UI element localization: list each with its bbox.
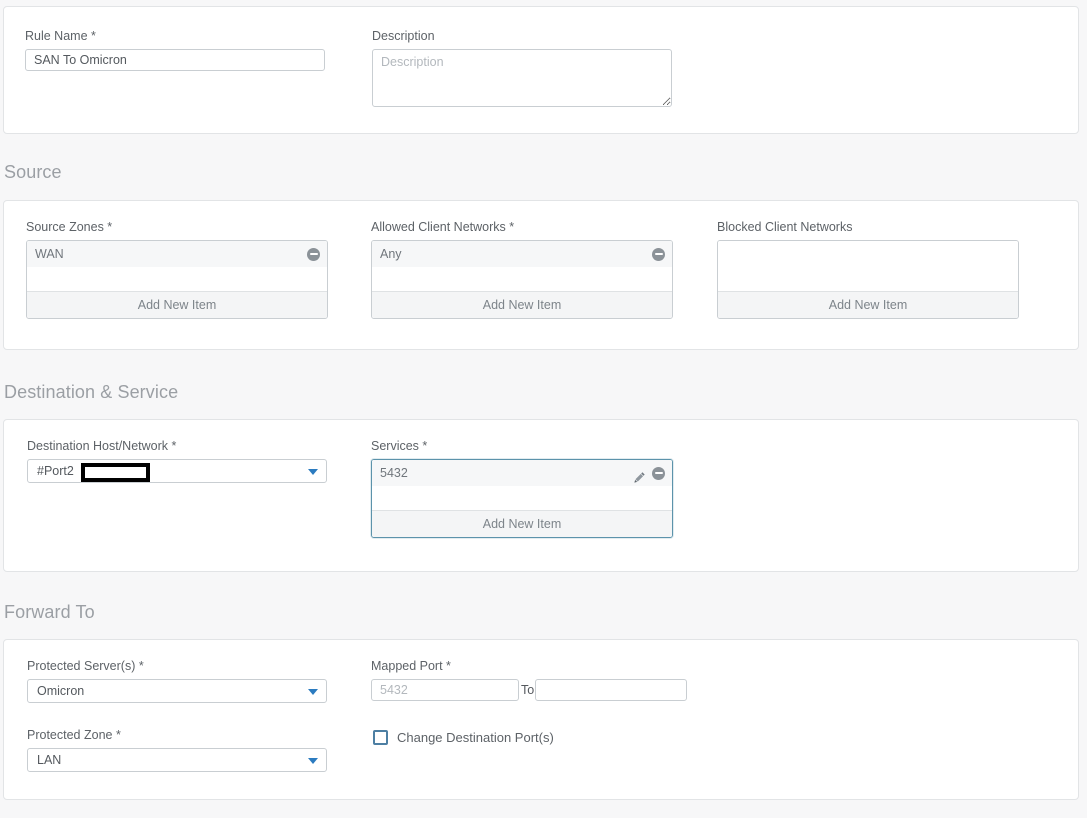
description-field: Description — [372, 29, 672, 110]
source-zones-field: Source Zones * WAN Add New Item — [26, 220, 328, 319]
change-destination-ports-label: Change Destination Port(s) — [397, 730, 554, 745]
allowed-client-networks-label: Allowed Client Networks * — [371, 220, 515, 234]
chevron-down-icon — [308, 758, 318, 764]
description-textarea[interactable] — [372, 49, 672, 107]
destination-host-label: Destination Host/Network * — [27, 439, 177, 453]
mapped-port-field: Mapped Port * To — [371, 659, 688, 701]
protected-zone-value: LAN — [37, 753, 62, 767]
protected-servers-field: Protected Server(s) * Omicron — [27, 659, 327, 703]
protected-servers-select[interactable]: Omicron — [27, 679, 327, 703]
rule-name-label: Rule Name * — [25, 29, 96, 43]
edit-icon[interactable] — [633, 467, 646, 483]
blocked-client-networks-label: Blocked Client Networks — [717, 220, 853, 234]
general-card: Rule Name * Description — [3, 6, 1079, 134]
mapped-port-from-input[interactable] — [371, 679, 519, 701]
protected-zone-select[interactable]: LAN — [27, 748, 327, 772]
source-zones-list-body: WAN — [27, 241, 327, 291]
description-label: Description — [372, 29, 435, 43]
source-section-heading: Source — [4, 162, 62, 182]
list-item-actions — [633, 460, 665, 486]
list-item-actions — [307, 241, 320, 267]
list-item-actions — [652, 241, 665, 267]
list-item-label: WAN — [35, 247, 64, 261]
mapped-port-separator-label: To — [521, 683, 535, 697]
blocked-client-networks-list[interactable]: Add New Item — [717, 240, 1019, 319]
allowed-client-networks-list[interactable]: Any Add New Item — [371, 240, 673, 319]
list-item-label: Any — [380, 247, 402, 261]
add-new-item-button[interactable]: Add New Item — [27, 291, 327, 318]
rule-name-field: Rule Name * — [25, 29, 325, 71]
chevron-down-icon — [308, 689, 318, 695]
protected-zone-field: Protected Zone * LAN — [27, 728, 327, 772]
rule-name-input[interactable] — [25, 49, 325, 71]
source-zones-label: Source Zones * — [26, 220, 113, 234]
remove-icon[interactable] — [652, 466, 665, 480]
mapped-port-label: Mapped Port * — [371, 659, 451, 673]
add-new-item-button[interactable]: Add New Item — [718, 291, 1018, 318]
destination-section-heading: Destination & Service — [4, 382, 179, 402]
add-new-item-button[interactable]: Add New Item — [372, 291, 672, 318]
destination-host-select[interactable]: #Port2 — [27, 459, 327, 483]
forward-to-card: Protected Server(s) * Omicron Protected … — [3, 639, 1079, 800]
services-field: Services * 5432 Add New Item — [371, 439, 673, 538]
allowed-client-networks-list-body: Any — [372, 241, 672, 291]
list-item-label: 5432 — [380, 466, 408, 480]
list-item[interactable]: 5432 — [372, 460, 672, 486]
nat-rule-form-page: Rule Name * Description Source Source Zo… — [0, 0, 1087, 818]
destination-host-field: Destination Host/Network * #Port2 — [27, 439, 327, 483]
destination-host-value: #Port2 — [37, 464, 74, 478]
list-item[interactable]: Any — [372, 241, 672, 267]
destination-card: Destination Host/Network * #Port2 Servic… — [3, 419, 1079, 572]
chevron-down-icon — [308, 469, 318, 475]
allowed-client-networks-field: Allowed Client Networks * Any Add New It… — [371, 220, 673, 319]
source-zones-list[interactable]: WAN Add New Item — [26, 240, 328, 319]
protected-servers-label: Protected Server(s) * — [27, 659, 144, 673]
source-card: Source Zones * WAN Add New Item Allowed … — [3, 200, 1079, 350]
services-list[interactable]: 5432 Add New Item — [371, 459, 673, 538]
mapped-port-row: To — [371, 679, 688, 701]
blocked-client-networks-list-body — [718, 241, 1018, 291]
add-new-item-button[interactable]: Add New Item — [372, 510, 672, 537]
list-item[interactable]: WAN — [27, 241, 327, 267]
change-destination-ports-checkbox[interactable] — [373, 730, 388, 745]
remove-icon[interactable] — [652, 247, 665, 261]
mapped-port-to-input[interactable] — [535, 679, 688, 701]
forward-to-section-heading: Forward To — [4, 602, 95, 622]
change-destination-ports-row[interactable]: Change Destination Port(s) — [373, 730, 554, 745]
remove-icon[interactable] — [307, 247, 320, 261]
services-label: Services * — [371, 439, 428, 453]
services-list-body: 5432 — [372, 460, 672, 510]
blocked-client-networks-field: Blocked Client Networks Add New Item — [717, 220, 1019, 319]
protected-zone-label: Protected Zone * — [27, 728, 121, 742]
redaction-bar — [81, 463, 150, 482]
protected-servers-value: Omicron — [37, 684, 85, 698]
